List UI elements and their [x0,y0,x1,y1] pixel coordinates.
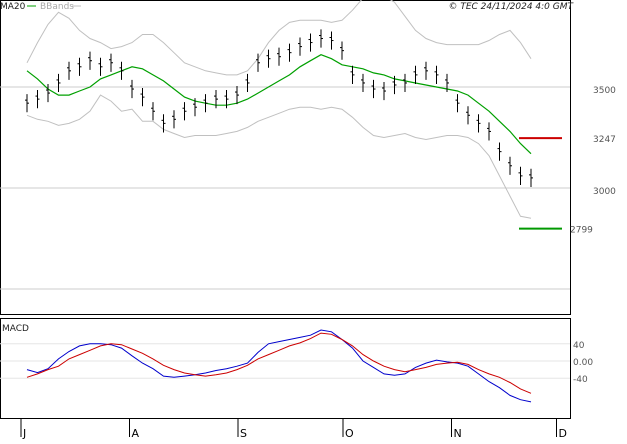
price-tick-label: 3500 [593,86,616,96]
resistance-label: 3247 [593,135,616,145]
macd-tick-label: 0.00 [573,358,593,368]
chart-svg: 3247 2799 3500 3000 40 0.00 -40 J A S O N D MA20 B… [0,0,616,440]
legend: MA20 BBands [0,2,81,12]
bband-lower-line [26,94,532,219]
stock-chart: 3247 2799 3500 3000 40 0.00 -40 J A S O N D MA20 B… [0,0,627,440]
copyright-text: © TEC 24/11/2024 4:0 GMT [448,2,574,12]
support-label: 2799 [570,226,593,236]
macd-line [26,329,532,403]
macd-label: MACD [2,324,29,334]
price-panel-frame [0,0,571,315]
x-tick-label: S [240,427,247,440]
x-tick-label: J [22,427,26,440]
price-tick-label: 3000 [593,187,616,197]
legend-ma20-label: MA20 [0,2,26,12]
x-tick-label: O [345,427,354,440]
ma20-line [26,54,532,155]
macd-tick-label: 40 [573,341,585,351]
macd-tick-label: -40 [573,375,588,385]
x-tick-label: A [132,427,140,440]
x-tick-label: D [559,427,567,440]
macd-panel-frame [0,318,571,419]
x-tick-label: N [454,427,462,440]
legend-bbands-label: BBands [40,2,74,12]
